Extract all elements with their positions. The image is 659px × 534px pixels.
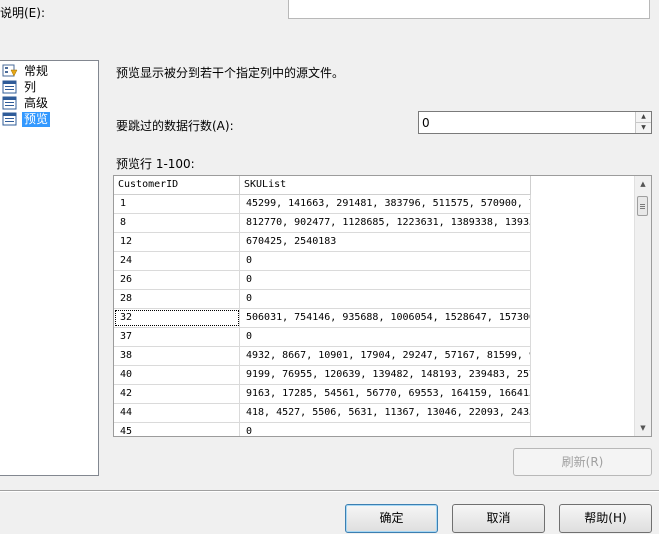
page-navigation-list: 常规 列 高级 预览	[0, 60, 99, 476]
nav-item-label: 预览	[22, 111, 51, 127]
nav-item-label: 高级	[24, 95, 49, 110]
cell-skulist[interactable]: 0	[240, 423, 531, 436]
spin-down-icon[interactable]: ▼	[636, 122, 651, 133]
help-button[interactable]: 帮助(H)	[559, 504, 652, 533]
table-row[interactable]: 38 4932, 8667, 10901, 17904, 29247, 57167…	[114, 347, 531, 366]
cell-customerid[interactable]: 28	[114, 290, 240, 308]
cell-skulist[interactable]: 506031, 754146, 935688, 1006054, 1528647…	[240, 309, 531, 327]
table-row[interactable]: 12 670425, 2540183	[114, 233, 531, 252]
cell-skulist[interactable]: 4932, 8667, 10901, 17904, 29247, 57167, …	[240, 347, 531, 365]
scroll-down-icon[interactable]: ▼	[635, 420, 651, 436]
skip-rows-spinbox[interactable]: 0 ▲ ▼	[418, 111, 652, 134]
description-label: 说明(E):	[0, 6, 45, 20]
preview-grid[interactable]: CustomerID SKUList 1 45299, 141663, 29148…	[113, 175, 652, 437]
cell-skulist[interactable]: 812770, 902477, 1128685, 1223631, 138933…	[240, 214, 531, 232]
cell-skulist[interactable]: 0	[240, 252, 531, 270]
cell-skulist[interactable]: 0	[240, 271, 531, 289]
table-row[interactable]: 1 45299, 141663, 291481, 383796, 511575, …	[114, 195, 531, 214]
cell-skulist[interactable]: 670425, 2540183	[240, 233, 531, 251]
cell-customerid[interactable]: 38	[114, 347, 240, 365]
columns-page-icon	[2, 80, 18, 94]
skip-rows-label: 要跳过的数据行数(A):	[116, 119, 234, 133]
nav-item-advanced[interactable]: 高级	[0, 95, 50, 111]
cell-customerid[interactable]: 40	[114, 366, 240, 384]
cell-skulist[interactable]: 9199, 76955, 120639, 139482, 148193, 239…	[240, 366, 531, 384]
cell-customerid[interactable]: 1	[114, 195, 240, 213]
cell-skulist[interactable]: 0	[240, 328, 531, 346]
cell-customerid[interactable]: 42	[114, 385, 240, 403]
preview-info-text: 预览显示被分到若干个指定列中的源文件。	[116, 66, 345, 80]
refresh-button[interactable]: 刷新(R)	[513, 448, 652, 476]
cell-customerid[interactable]: 32	[114, 309, 240, 327]
cell-customerid[interactable]: 45	[114, 423, 240, 436]
scroll-up-icon[interactable]: ▲	[635, 176, 651, 192]
table-row[interactable]: 44 418, 4527, 5506, 5631, 11367, 13046, 2…	[114, 404, 531, 423]
table-row[interactable]: 42 9163, 17285, 54561, 56770, 69553, 1641…	[114, 385, 531, 404]
table-row[interactable]: 40 9199, 76955, 120639, 139482, 148193, 2…	[114, 366, 531, 385]
cell-customerid[interactable]: 24	[114, 252, 240, 270]
cell-customerid[interactable]: 8	[114, 214, 240, 232]
grid-header: CustomerID SKUList	[114, 176, 531, 195]
table-row[interactable]: 8 812770, 902477, 1128685, 1223631, 13893…	[114, 214, 531, 233]
table-row[interactable]: 37 0	[114, 328, 531, 347]
spin-up-icon[interactable]: ▲	[636, 112, 651, 122]
description-input[interactable]	[288, 0, 650, 19]
preview-rows-label: 预览行 1-100:	[116, 157, 195, 171]
nav-item-preview[interactable]: 预览	[0, 111, 51, 127]
nav-item-label: 列	[24, 79, 37, 94]
column-header-skulist[interactable]: SKUList	[240, 176, 531, 194]
nav-item-general[interactable]: 常规	[0, 63, 50, 79]
preview-page-icon	[2, 112, 18, 126]
table-row[interactable]: 45 0	[114, 423, 531, 436]
advanced-page-icon	[2, 96, 18, 110]
nav-item-columns[interactable]: 列	[0, 79, 38, 95]
skip-rows-value[interactable]: 0	[422, 116, 430, 130]
table-row[interactable]: 32 506031, 754146, 935688, 1006054, 15286…	[114, 309, 531, 328]
cell-skulist[interactable]: 9163, 17285, 54561, 56770, 69553, 164159…	[240, 385, 531, 403]
vertical-scrollbar[interactable]: ▲ ▼	[634, 176, 651, 436]
cell-customerid[interactable]: 12	[114, 233, 240, 251]
ok-button[interactable]: 确定	[345, 504, 438, 533]
table-row[interactable]: 24 0	[114, 252, 531, 271]
divider	[0, 490, 659, 492]
cell-customerid[interactable]: 44	[114, 404, 240, 422]
spin-buttons: ▲ ▼	[635, 112, 651, 133]
cell-customerid[interactable]: 26	[114, 271, 240, 289]
cell-skulist[interactable]: 45299, 141663, 291481, 383796, 511575, 5…	[240, 195, 531, 213]
scroll-thumb[interactable]	[637, 196, 648, 216]
cancel-button[interactable]: 取消	[452, 504, 545, 533]
cell-skulist[interactable]: 0	[240, 290, 531, 308]
grid-body: 1 45299, 141663, 291481, 383796, 511575, …	[114, 195, 531, 436]
column-header-customerid[interactable]: CustomerID	[114, 176, 240, 194]
table-row[interactable]: 28 0	[114, 290, 531, 309]
nav-item-label: 常规	[24, 63, 49, 78]
cell-skulist[interactable]: 418, 4527, 5506, 5631, 11367, 13046, 220…	[240, 404, 531, 422]
cell-customerid[interactable]: 37	[114, 328, 240, 346]
table-row[interactable]: 26 0	[114, 271, 531, 290]
general-page-icon	[2, 64, 18, 78]
